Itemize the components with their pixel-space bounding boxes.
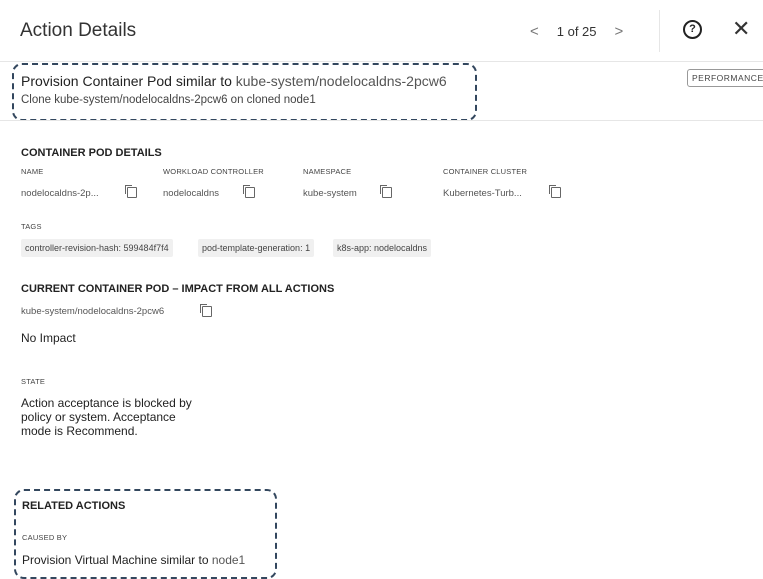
state-label: STATE xyxy=(21,377,46,386)
copy-icon[interactable] xyxy=(380,185,392,198)
tag-chip: controller-revision-hash: 599484f7f4 xyxy=(21,239,173,257)
copy-icon[interactable] xyxy=(243,185,255,198)
caused-by-link[interactable]: node1 xyxy=(212,553,245,567)
chevron-left-icon[interactable]: < xyxy=(530,23,539,40)
caused-by-action: Provision Virtual Machine similar to nod… xyxy=(22,553,245,567)
impact-entity: kube-system/nodelocaldns-2pcw6 xyxy=(21,306,165,317)
action-title: Provision Container Pod similar to kube-… xyxy=(21,73,447,89)
related-actions-heading: RELATED ACTIONS xyxy=(22,500,126,512)
state-text: Action acceptance is blocked by policy o… xyxy=(21,396,192,438)
copy-icon[interactable] xyxy=(549,185,561,198)
impact-heading: CURRENT CONTAINER POD – IMPACT FROM ALL … xyxy=(21,283,335,295)
pager: < 1 of 25 > xyxy=(530,23,623,40)
container-cluster-value: Kubernetes-Turb... xyxy=(443,188,522,199)
tag-chip: k8s-app: nodelocaldns xyxy=(333,239,432,257)
category-badge: PERFORMANCE xyxy=(687,69,763,87)
name-value: nodelocaldns-2p... xyxy=(21,188,99,199)
close-icon[interactable]: ✕ xyxy=(732,16,750,42)
header-divider xyxy=(659,10,660,52)
caused-by-prefix: Provision Virtual Machine similar to xyxy=(22,553,212,567)
container-cluster-label: CONTAINER CLUSTER xyxy=(443,167,528,176)
workload-controller-label: WORKLOAD CONTROLLER xyxy=(163,167,264,176)
impact-summary: No Impact xyxy=(21,331,76,345)
action-title-highlight xyxy=(12,63,477,121)
action-target-link[interactable]: kube-system/nodelocaldns-2pcw6 xyxy=(236,73,447,89)
workload-controller-value: nodelocaldns xyxy=(163,188,219,199)
section-divider xyxy=(0,120,763,121)
namespace-label: NAMESPACE xyxy=(303,167,352,176)
pod-details-heading: CONTAINER POD DETAILS xyxy=(21,147,162,159)
action-subtitle: Clone kube-system/nodelocaldns-2pcw6 on … xyxy=(21,94,316,106)
caused-by-label: CAUSED BY xyxy=(22,533,68,542)
page-title: Action Details xyxy=(20,20,137,41)
tags-label: TAGS xyxy=(21,222,42,231)
pager-count: 1 of 25 xyxy=(556,24,597,39)
namespace-value: kube-system xyxy=(303,188,357,199)
help-icon[interactable]: ? xyxy=(683,20,702,39)
copy-icon[interactable] xyxy=(125,185,137,198)
copy-icon[interactable] xyxy=(200,304,212,317)
details-header: Action Details < 1 of 25 > ? ✕ xyxy=(0,0,763,62)
action-title-prefix: Provision Container Pod similar to xyxy=(21,73,236,89)
chevron-right-icon[interactable]: > xyxy=(615,23,624,40)
name-label: NAME xyxy=(21,167,44,176)
tag-chip: pod-template-generation: 1 xyxy=(198,239,315,257)
